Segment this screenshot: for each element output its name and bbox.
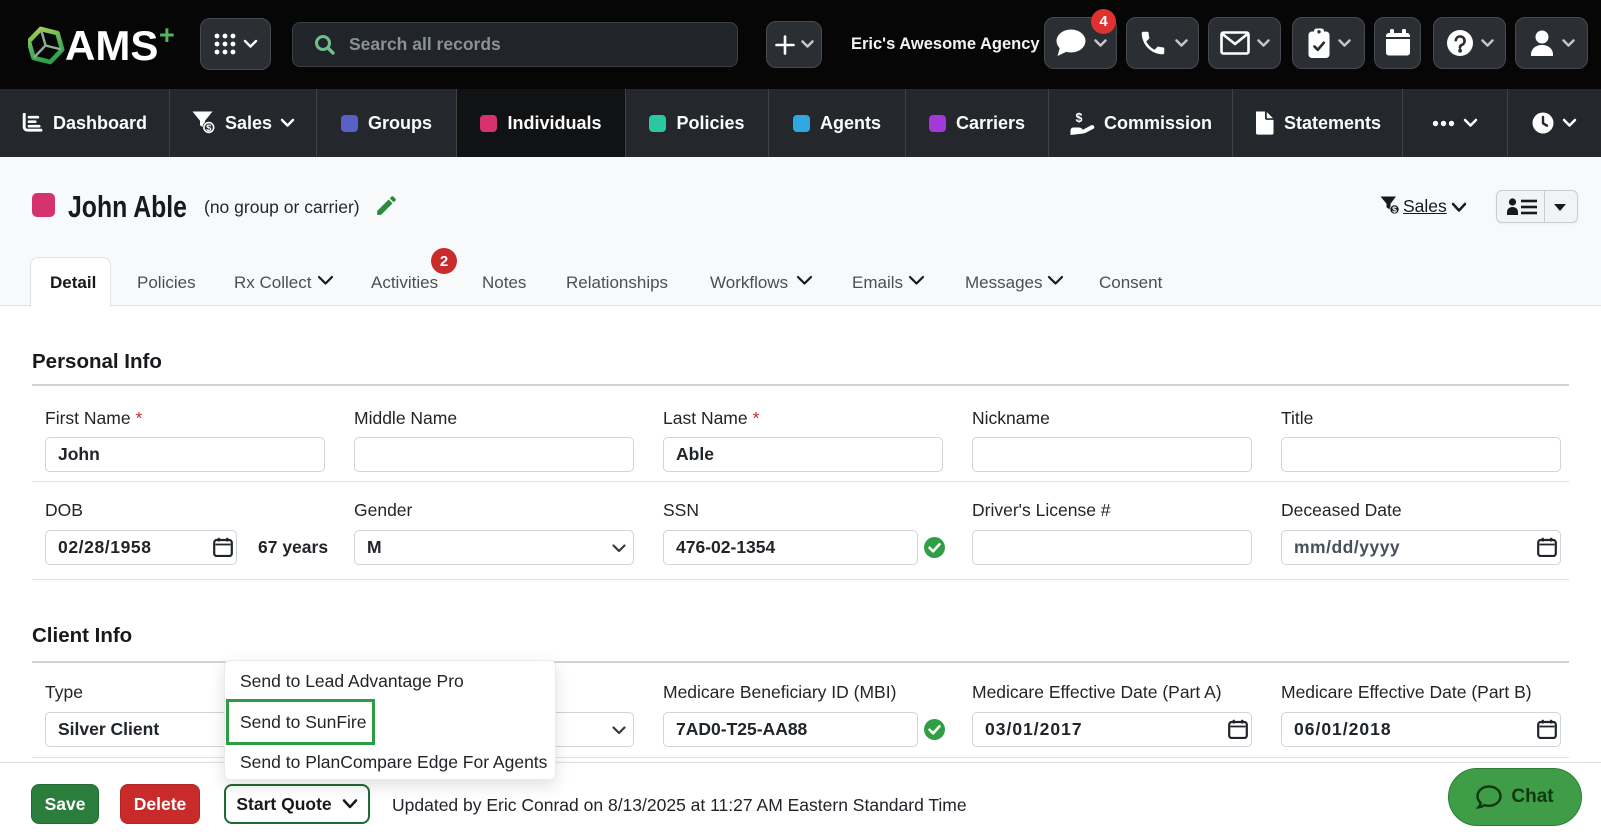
svg-text:$: $ (1075, 111, 1082, 125)
svg-text:+: + (159, 22, 175, 50)
svg-text:$: $ (206, 123, 212, 134)
svg-text:$: $ (1392, 205, 1397, 215)
svg-text:AMS: AMS (65, 22, 158, 68)
